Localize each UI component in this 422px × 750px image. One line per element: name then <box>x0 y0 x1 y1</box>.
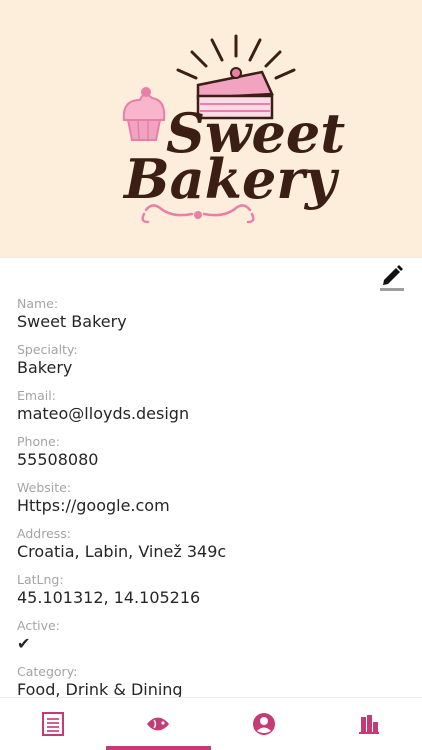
nav-tab-profile[interactable] <box>211 698 317 750</box>
hero-banner: Sweet Bakery <box>0 0 422 258</box>
detail-field: Email: mateo@lloyds.design <box>17 388 407 434</box>
detail-field-label: Address: <box>17 526 71 541</box>
edit-button[interactable] <box>378 264 406 292</box>
detail-field-label: Website: <box>17 480 72 495</box>
detail-field: Website: Https://google.com <box>17 480 407 526</box>
detail-field: Phone: 55508080 <box>17 434 407 480</box>
nav-tab-details[interactable] <box>0 698 106 750</box>
detail-field-value: 45.101312, 14.105216 <box>17 588 201 607</box>
detail-field-value: Bakery <box>17 358 73 377</box>
logo-line-2: Bakery <box>122 147 340 211</box>
sweet-bakery-logo: Sweet Bakery <box>122 34 345 224</box>
fish-icon <box>147 717 170 731</box>
detail-field-value: Https://google.com <box>17 496 170 515</box>
bottom-navigation <box>0 697 422 750</box>
detail-field-value: Sweet Bakery <box>17 312 127 331</box>
detail-field-label: Category: <box>17 664 78 679</box>
user-circle-icon <box>252 713 275 735</box>
nav-tab-stats[interactable] <box>317 698 422 750</box>
detail-field-value: 55508080 <box>17 450 99 469</box>
flourish-dot <box>194 211 202 219</box>
pencil-edit-icon <box>380 265 404 291</box>
detail-field: Name: Sweet Bakery <box>17 296 407 342</box>
detail-field-value: Croatia, Labin, Vinež 349c <box>17 542 227 561</box>
bar-chart-icon <box>359 715 380 734</box>
detail-field-label: Email: <box>17 388 56 403</box>
detail-field-value: mateo@lloyds.design <box>17 404 190 423</box>
detail-field: Address: Croatia, Labin, Vinež 349c <box>17 526 407 572</box>
detail-field-label: Active: <box>17 618 60 633</box>
document-list-icon <box>41 712 64 736</box>
cupcake-icon <box>122 87 166 141</box>
detail-field-label: Name: <box>17 296 59 311</box>
detail-field-value: ✔ <box>17 634 31 653</box>
detail-field: LatLng: 45.101312, 14.105216 <box>17 572 407 618</box>
detail-field-label: Phone: <box>17 434 60 449</box>
detail-field: Active: ✔ <box>17 618 407 664</box>
nav-tab-menu[interactable] <box>105 698 212 750</box>
detail-field-label: LatLng: <box>17 572 64 587</box>
detail-field: Specialty: Bakery <box>17 342 407 388</box>
detail-field-label: Specialty: <box>17 342 78 357</box>
details-list: Name: Sweet Bakery Specialty: Bakery Email: m… <box>17 296 407 710</box>
